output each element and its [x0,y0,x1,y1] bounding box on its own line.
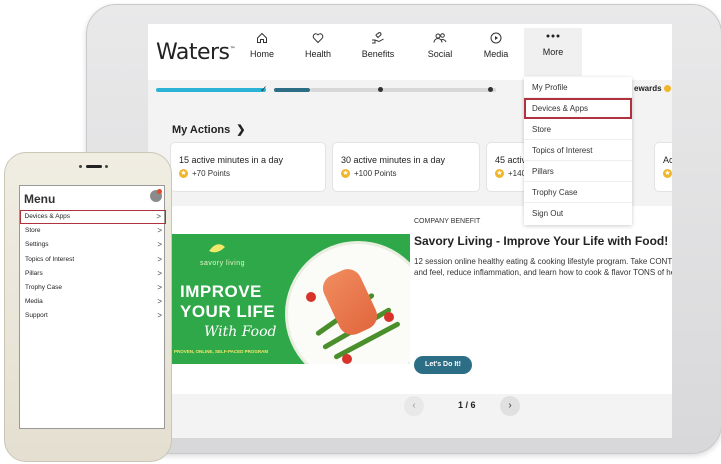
action-card[interactable]: 15 active minutes in a day ★ +70 Points [170,142,326,192]
phone-sensor [79,165,82,168]
waters-logo[interactable]: Waters™ [156,40,235,65]
menu-item-devices-apps[interactable]: Devices & Apps [524,98,632,119]
chevron-right-icon: > [157,297,162,307]
avatar[interactable] [150,189,162,202]
rewards-link[interactable]: ewards [634,84,671,93]
chevron-right-icon: > [156,212,161,221]
coin-icon [663,85,671,93]
action-card[interactable]: Ac ★ [654,142,672,192]
tomato-graphic [384,312,394,322]
chevron-right-icon: > [157,254,162,264]
nav-home-label: Home [249,49,274,59]
nav-more-label: More [542,47,564,57]
feature-eyebrow: COMPANY BENEFIT [414,218,481,225]
social-people-icon [433,33,447,43]
feature-description: 12 session online healthy eating & cooki… [414,257,672,277]
phone-speaker [86,165,102,168]
menu-item-pillars[interactable]: Pillars [524,161,632,182]
star-icon: ★ [341,169,350,179]
tomato-graphic [306,292,316,302]
phone-camera [105,165,108,168]
chevron-right-icon: > [157,240,162,250]
phone-menu-item-pillars[interactable]: Pillars > [20,267,166,281]
star-icon: ★ [663,169,672,179]
nav-home[interactable]: Home [232,30,292,74]
home-icon [257,32,267,43]
chevron-right-icon: > [157,226,162,236]
phone-menu-item-media[interactable]: Media > [20,295,166,309]
phone-menu-item-devices-apps[interactable]: Devices & Apps > [20,210,166,225]
benefits-hand-icon [372,32,384,44]
phone-screen: Menu Devices & Apps > Store > Settings > To… [19,185,166,429]
menu-item-trophy-case[interactable]: Trophy Case [524,182,632,203]
nav-health-label: Health [304,49,331,59]
action-card[interactable]: 30 active minutes in a day ★ +100 Points [332,142,480,192]
lets-do-it-button[interactable]: Let's Do It! [414,356,472,374]
menu-item-topics-of-interest[interactable]: Topics of Interest [524,140,632,161]
more-dropdown-menu: My Profile Devices & Apps Store Topics o… [524,77,632,225]
chevron-right-icon: ❯ [236,124,246,136]
nav-social[interactable]: Social [410,30,470,74]
phone-menu-item-trophy-case[interactable]: Trophy Case > [20,281,166,295]
carousel-pager: ‹ 1 / 6 › [404,396,534,418]
star-icon: ★ [179,169,188,179]
chevron-right-icon: > [157,282,162,292]
more-dots-icon [546,34,560,38]
menu-title: Menu [24,192,56,206]
milestone-dot [378,87,383,92]
play-icon [490,32,502,44]
nav-media-label: Media [483,49,509,59]
chevron-right-icon: > [157,268,162,278]
checkmark-icon: ✓ [260,84,268,94]
milestone-dot [488,87,493,92]
phone-menu-list: Devices & Apps > Store > Settings > Topics … [20,210,166,324]
progress-track: ✓ [156,84,496,94]
star-icon: ★ [495,169,504,179]
prev-button[interactable]: ‹ [404,396,424,416]
featured-benefit-card: savory living IMPROVE YOUR LIFE With Foo… [170,206,672,394]
phone-menu-item-settings[interactable]: Settings > [20,238,166,252]
menu-item-my-profile[interactable]: My Profile [524,77,632,98]
heart-icon [312,33,324,44]
nav-more[interactable]: More [524,28,582,76]
phone-menu-item-store[interactable]: Store > [20,224,166,238]
page-indicator: 1 / 6 [458,400,476,410]
progress-remaining [310,88,496,92]
nav-health[interactable]: Health [288,30,348,74]
menu-item-sign-out[interactable]: Sign Out [524,203,632,224]
phone-device: Menu Devices & Apps > Store > Settings > To… [4,152,172,462]
nav-social-label: Social [427,49,453,59]
tomato-graphic [342,354,352,364]
nav-benefits[interactable]: Benefits [348,30,408,74]
app-header: Waters™ Home Health Benefits Social Medi… [148,24,672,80]
menu-item-store[interactable]: Store [524,119,632,140]
next-button[interactable]: › [500,396,520,416]
phone-menu-item-topics-of-interest[interactable]: Topics of Interest > [20,253,166,267]
feature-title: Savory Living - Improve Your Life with F… [414,234,669,248]
tablet-screen: Waters™ Home Health Benefits Social Medi… [148,24,672,438]
phone-menu-item-support[interactable]: Support > [20,309,166,323]
nav-media[interactable]: Media [466,30,526,74]
nav-benefits-label: Benefits [361,49,395,59]
marketing-composite: Waters™ Home Health Benefits Social Medi… [0,0,721,464]
chevron-right-icon: > [157,311,162,321]
savory-living-promo-image: savory living IMPROVE YOUR LIFE With Foo… [170,234,410,364]
leaf-logo-icon [209,244,225,253]
progress-fill [156,88,266,92]
action-points: +70 Points [192,169,231,178]
action-points: +100 Points [354,169,397,178]
progress-current [274,88,310,92]
action-title: 15 active minutes in a day [179,155,284,165]
action-title: Ac [663,155,672,165]
my-actions-heading[interactable]: My Actions ❯ [172,123,245,136]
action-title: 30 active minutes in a day [341,155,446,165]
